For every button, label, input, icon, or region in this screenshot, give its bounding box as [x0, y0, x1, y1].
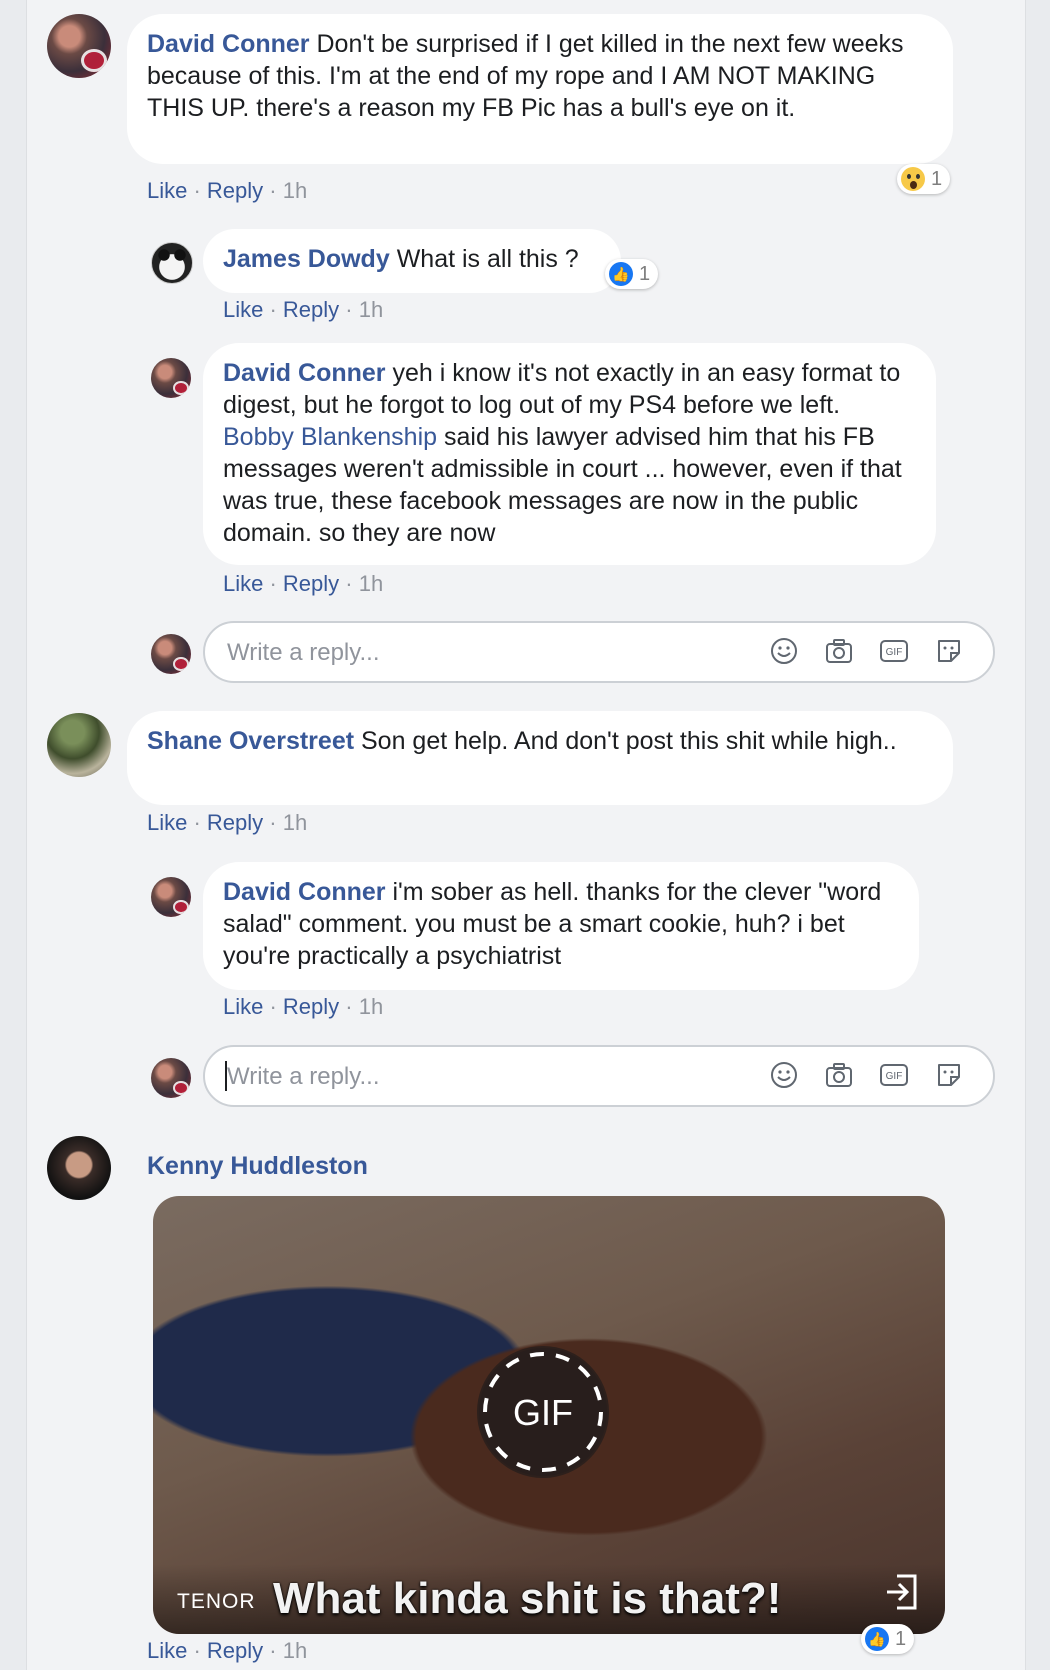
- avatar-shane-overstreet[interactable]: [47, 713, 111, 777]
- gif-icon[interactable]: GIF: [880, 1061, 908, 1089]
- comment-actions: Like · Reply · 1h: [223, 571, 384, 596]
- like-reaction-icon: 👍: [609, 262, 633, 286]
- svg-text:GIF: GIF: [886, 1071, 903, 1082]
- reaction-count: 1: [931, 167, 943, 190]
- camera-icon[interactable]: [825, 637, 853, 665]
- like-link[interactable]: Like: [223, 297, 263, 322]
- comment-author[interactable]: David Conner: [147, 30, 310, 58]
- avatar-james-dowdy[interactable]: [151, 242, 193, 284]
- reaction-summary[interactable]: 1: [897, 164, 951, 194]
- emoji-icon[interactable]: [770, 637, 798, 665]
- like-link[interactable]: Like: [223, 994, 263, 1019]
- timestamp[interactable]: 1h: [359, 994, 383, 1019]
- comment-author[interactable]: Shane Overstreet: [147, 727, 354, 755]
- comment-text: Son get help. And don't post this shit w…: [361, 727, 897, 755]
- gif-badge-label: GIF: [513, 1392, 573, 1433]
- like-link[interactable]: Like: [147, 178, 187, 203]
- reply-link[interactable]: Reply: [283, 571, 339, 596]
- timestamp[interactable]: 1h: [359, 297, 383, 322]
- comment-bubble: David Conner Don't be surprised if I get…: [127, 14, 953, 164]
- avatar-david-conner[interactable]: [151, 358, 191, 398]
- like-reaction-icon: 👍: [865, 1627, 889, 1651]
- emoji-icon[interactable]: [770, 1061, 798, 1089]
- avatar-david-conner[interactable]: [47, 14, 111, 78]
- timestamp[interactable]: 1h: [283, 178, 307, 203]
- reaction-summary[interactable]: 👍 1: [605, 259, 659, 289]
- reaction-count: 1: [639, 262, 651, 285]
- mention-link[interactable]: Bobby Blankenship: [223, 423, 437, 451]
- reply-placeholder: Write a reply...: [227, 1063, 380, 1090]
- comment-actions: Like · Reply · 1h: [223, 297, 384, 322]
- tenor-attribution[interactable]: TENOR: [177, 1590, 256, 1614]
- avatar-david-conner[interactable]: [151, 877, 191, 917]
- comment-author[interactable]: David Conner: [223, 878, 386, 906]
- comment-bubble: David Conner i'm sober as hell. thanks f…: [203, 862, 919, 990]
- reply-placeholder: Write a reply...: [227, 639, 380, 666]
- reaction-count: 1: [895, 1627, 907, 1650]
- reply-link[interactable]: Reply: [207, 178, 263, 203]
- comment-actions: Like · Reply · 1h: [147, 1638, 308, 1663]
- sticker-icon[interactable]: [935, 1061, 963, 1089]
- comment-actions: Like · Reply · 1h: [223, 994, 384, 1019]
- like-link[interactable]: Like: [223, 571, 263, 596]
- like-link[interactable]: Like: [147, 810, 187, 835]
- gif-icon[interactable]: GIF: [880, 637, 908, 665]
- timestamp[interactable]: 1h: [283, 810, 307, 835]
- sticker-icon[interactable]: [935, 637, 963, 665]
- comment-bubble: David Conner yeh i know it's not exactly…: [203, 343, 936, 565]
- timestamp[interactable]: 1h: [359, 571, 383, 596]
- timestamp[interactable]: 1h: [283, 1638, 307, 1663]
- reaction-summary[interactable]: 👍 1: [861, 1624, 915, 1654]
- avatar-current-user: [151, 1058, 191, 1098]
- comment-text: What is all this ?: [396, 245, 579, 273]
- comment-author[interactable]: Kenny Huddleston: [147, 1152, 368, 1181]
- comment-actions: Like · Reply · 1h: [147, 178, 308, 203]
- reply-input[interactable]: Write a reply... GIF: [203, 1045, 995, 1107]
- reply-link[interactable]: Reply: [207, 810, 263, 835]
- svg-text:GIF: GIF: [886, 647, 903, 658]
- reply-link[interactable]: Reply: [283, 994, 339, 1019]
- comment-actions: Like · Reply · 1h: [147, 810, 308, 835]
- comment-bubble: James Dowdy What is all this ?: [203, 229, 621, 293]
- reply-link[interactable]: Reply: [283, 297, 339, 322]
- avatar-current-user: [151, 634, 191, 674]
- reply-link[interactable]: Reply: [207, 1638, 263, 1663]
- avatar-kenny-huddleston[interactable]: [47, 1136, 111, 1200]
- wow-reaction-icon: [901, 167, 925, 191]
- like-link[interactable]: Like: [147, 1638, 187, 1663]
- reply-input[interactable]: Write a reply... GIF: [203, 621, 995, 683]
- gif-attachment[interactable]: GIF TENOR What kinda shit is that?!: [153, 1196, 945, 1634]
- open-external-icon[interactable]: [881, 1572, 921, 1612]
- gif-caption: What kinda shit is that?!: [273, 1574, 782, 1623]
- comments-panel: David Conner Don't be surprised if I get…: [26, 0, 1026, 1670]
- camera-icon[interactable]: [825, 1061, 853, 1089]
- comment-author[interactable]: James Dowdy: [223, 245, 390, 273]
- comment-author[interactable]: David Conner: [223, 359, 386, 387]
- comment-bubble: Shane Overstreet Son get help. And don't…: [127, 711, 953, 805]
